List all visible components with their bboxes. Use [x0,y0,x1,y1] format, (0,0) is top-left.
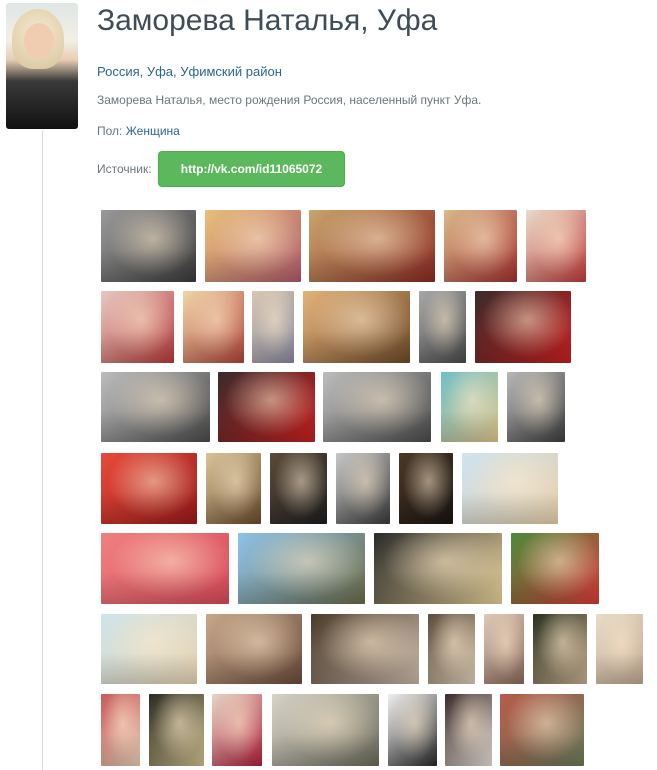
photo-shade [475,330,571,363]
photo-shade [205,249,301,282]
photo-thumbnail[interactable] [101,291,174,363]
photo-shade [484,652,524,684]
photo-shade [272,733,379,766]
photo-shade [101,733,140,766]
photo-thumbnail[interactable] [101,533,229,604]
photo-shade [101,330,174,363]
photo-thumbnail[interactable] [183,291,244,363]
source-label: Источник: [97,162,152,176]
photo-thumbnail[interactable] [511,533,599,604]
photo-shade [183,330,244,363]
photo-thumbnail[interactable] [303,291,410,363]
photo-shade [101,410,210,442]
photo-shade [462,492,558,524]
photo-thumbnail[interactable] [428,614,475,684]
photo-shade [419,330,466,363]
photo-thumbnail[interactable] [444,210,517,282]
photo-thumbnail[interactable] [336,453,390,524]
photo-thumbnail[interactable] [238,533,365,604]
photo-thumbnail[interactable] [388,694,437,766]
photo-thumbnail[interactable] [533,614,587,684]
photo-thumbnail[interactable] [101,453,197,524]
photo-shade [596,652,643,684]
photo-shade [101,249,196,282]
photo-shade [212,733,262,766]
photo-shade [270,492,327,524]
photo-shade [374,572,502,604]
photo-thumbnail[interactable] [419,291,466,363]
photo-thumbnail[interactable] [270,453,327,524]
photo-shade [336,492,390,524]
photo-thumbnail[interactable] [309,210,435,282]
photo-shade [218,410,315,442]
photo-shade [444,249,517,282]
photo-shade [238,572,365,604]
photo-thumbnail[interactable] [212,694,262,766]
photo-shade [149,733,204,766]
photo-thumbnail[interactable] [507,372,565,442]
photo-shade [533,652,587,684]
photo-thumbnail[interactable] [101,210,196,282]
photo-shade [101,492,197,524]
gender-row: Пол: Женщина [97,124,180,138]
timeline-line [42,130,43,770]
photo-shade [309,249,435,282]
photo-shade [526,249,586,282]
photo-shade [441,410,498,442]
photo-shade [511,572,599,604]
photo-shade [399,492,453,524]
photo-thumbnail[interactable] [206,453,261,524]
photo-thumbnail[interactable] [206,614,302,684]
photo-shade [252,330,294,363]
photo-shade [323,410,431,442]
photo-shade [206,492,261,524]
photo-thumbnail[interactable] [101,614,197,684]
photo-shade [500,733,584,766]
photo-thumbnail[interactable] [311,614,419,684]
photo-shade [388,733,437,766]
photo-thumbnail[interactable] [323,372,431,442]
photo-thumbnail[interactable] [374,533,502,604]
photo-thumbnail[interactable] [441,372,498,442]
photo-thumbnail[interactable] [526,210,586,282]
photo-thumbnail[interactable] [149,694,204,766]
photo-thumbnail[interactable] [484,614,524,684]
gender-link[interactable]: Женщина [126,124,180,138]
photo-shade [101,652,197,684]
photo-shade [428,652,475,684]
source-link-button[interactable]: http://vk.com/id11065072 [158,151,345,187]
avatar[interactable] [6,3,78,129]
photo-thumbnail[interactable] [252,291,294,363]
profile-description: Заморева Наталья, место рождения Россия,… [97,93,482,107]
photo-thumbnail[interactable] [272,694,379,766]
photo-shade [206,652,302,684]
avatar-face [24,23,54,59]
page-title: Заморева Наталья, Уфа [97,4,438,37]
photo-shade [311,652,419,684]
photo-thumbnail[interactable] [399,453,453,524]
photo-thumbnail[interactable] [445,694,492,766]
photo-thumbnail[interactable] [596,614,643,684]
photo-thumbnail[interactable] [205,210,301,282]
photo-thumbnail[interactable] [475,291,571,363]
gender-label: Пол: [97,124,123,138]
photo-shade [445,733,492,766]
photo-shade [303,330,410,363]
photo-thumbnail[interactable] [101,372,210,442]
photo-thumbnail[interactable] [218,372,315,442]
photo-thumbnail[interactable] [462,453,558,524]
photo-shade [507,410,565,442]
photo-thumbnail[interactable] [101,694,140,766]
location-link[interactable]: Россия, Уфа, Уфимский район [97,64,282,79]
photo-thumbnail[interactable] [500,694,584,766]
photo-shade [101,572,229,604]
